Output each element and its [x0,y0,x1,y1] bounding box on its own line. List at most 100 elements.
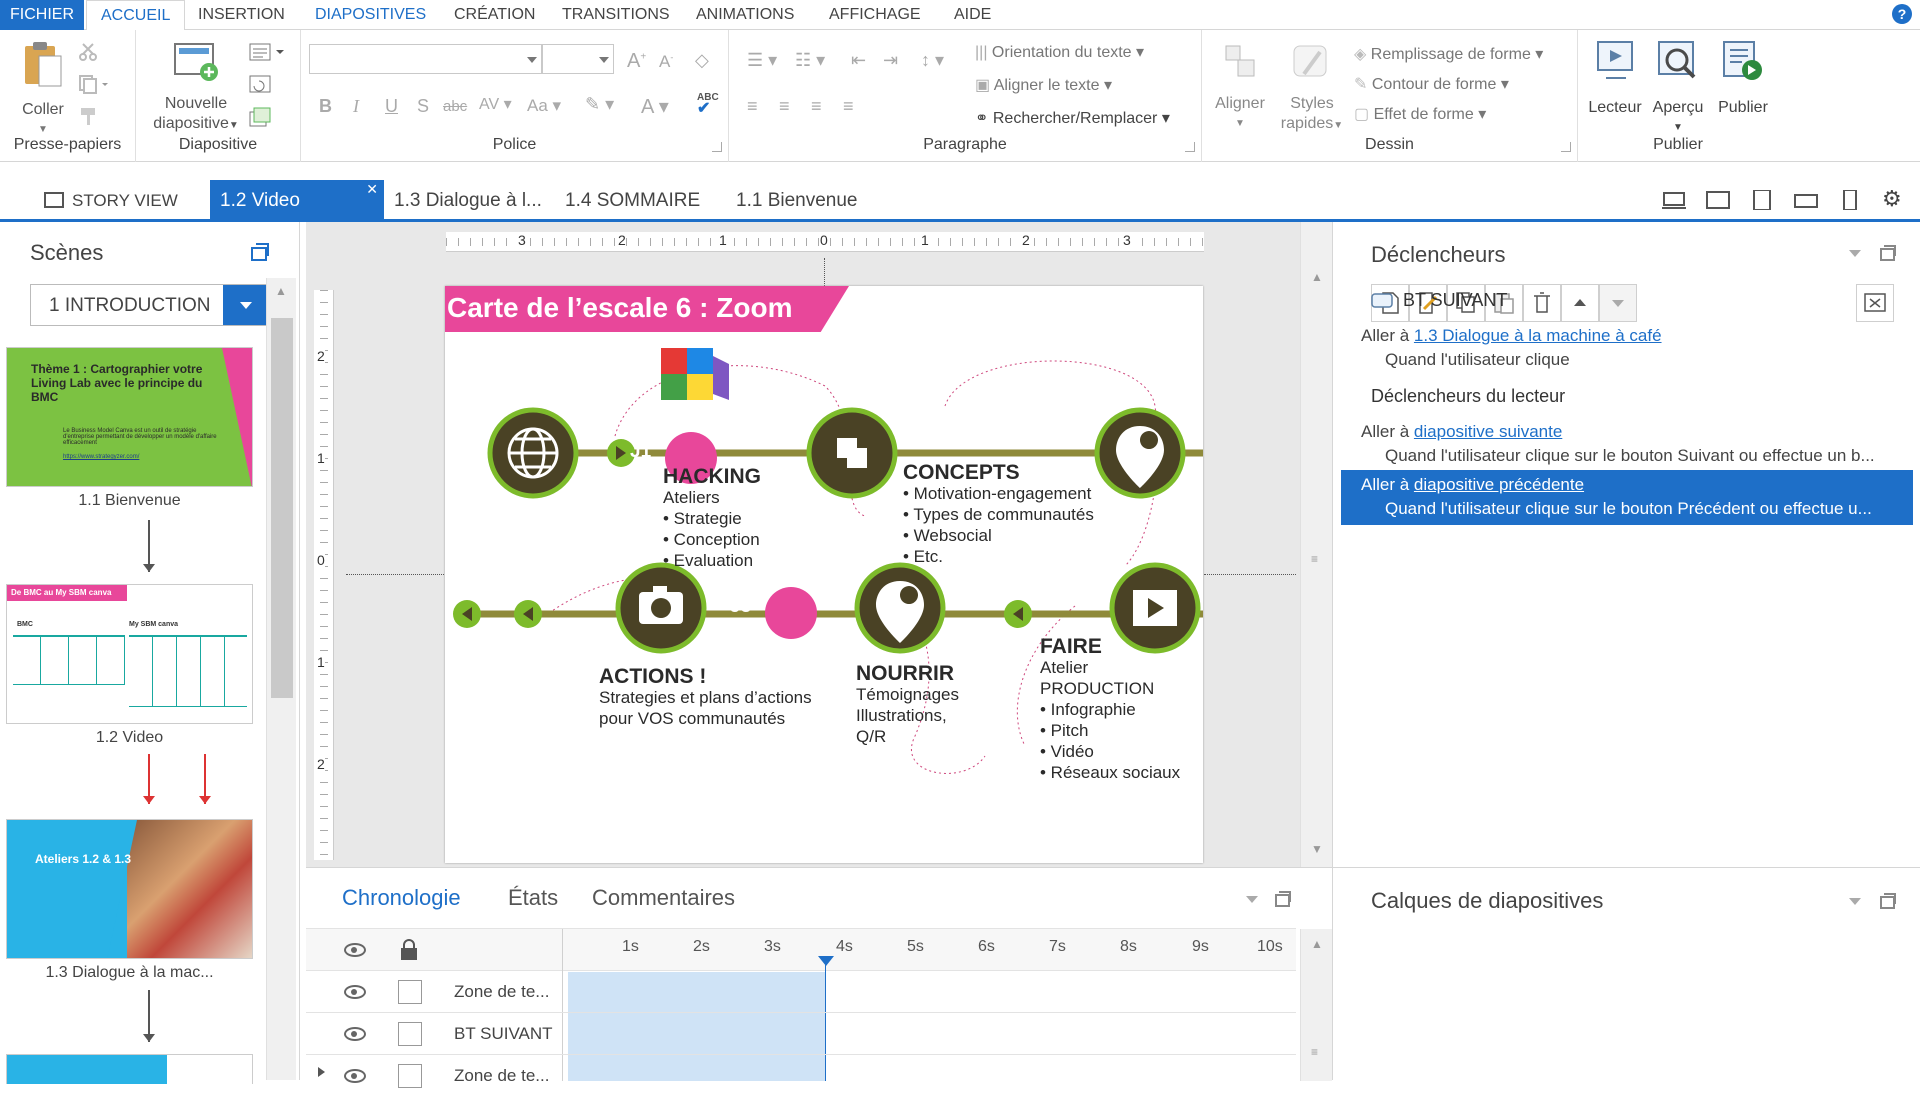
shape-effect-button[interactable]: ▢ Effet de forme ▾ [1354,104,1486,124]
preview-button[interactable]: Aperçu ▼ [1646,38,1710,138]
scroll-thumb[interactable] [271,318,293,698]
canvas-scrollbar[interactable]: ▲ ▼ ≡ [1300,222,1332,867]
cut-icon[interactable] [78,42,98,62]
bold-button[interactable]: B [319,96,332,117]
settings-gear-icon[interactable]: ⚙ [1882,186,1902,212]
clear-format-icon[interactable]: ◇ [695,50,709,71]
delete-trigger-icon[interactable] [1523,284,1561,322]
tab-timeline[interactable]: Chronologie [342,885,461,911]
scene-dropdown[interactable]: 1 INTRODUCTION [30,284,270,326]
tab-1-1-bienvenue[interactable]: 1.1 Bienvenue [726,180,868,219]
drawing-dialog-launcher[interactable] [1561,142,1571,152]
eye-icon[interactable] [344,1027,366,1041]
tablet-landscape-icon[interactable] [1706,190,1730,210]
tab-story-view[interactable]: STORY VIEW [34,180,188,219]
lock-checkbox[interactable] [398,980,422,1004]
lock-icon[interactable] [398,939,422,961]
menu-insertion[interactable]: INSERTION [184,0,299,30]
menu-affichage[interactable]: AFFICHAGE [815,0,935,30]
layout-icon[interactable] [248,42,284,62]
find-replace-button[interactable]: ⚭ Rechercher/Remplacer ▾ [975,108,1170,128]
timeline-row[interactable]: BT SUIVANT [306,1013,1296,1055]
shrink-font-icon[interactable]: A- [659,52,673,72]
justify-icon[interactable]: ≡ [843,96,854,117]
line-spacing-icon[interactable]: ↕ ▾ [921,50,944,71]
tab-1-3-dialogue[interactable]: 1.3 Dialogue à l... [384,180,552,219]
panel-float-icon[interactable] [1879,244,1897,262]
scroll-up-icon[interactable]: ▲ [1311,937,1323,951]
menu-animations[interactable]: ANIMATIONS [682,0,808,30]
move-down-icon[interactable] [1599,284,1637,322]
format-painter-icon[interactable] [78,106,98,126]
tab-comments[interactable]: Commentaires [592,885,735,911]
font-size-select[interactable] [542,44,614,74]
lock-checkbox[interactable] [398,1022,422,1046]
quick-styles-button[interactable]: Styles rapides▼ [1274,40,1350,136]
trigger-link-2[interactable]: diapositive suivante [1414,422,1562,441]
scroll-up-icon[interactable]: ▲ [275,284,287,298]
align-left-icon[interactable]: ≡ [747,96,758,117]
strikethrough-button[interactable]: abc [443,98,467,115]
increase-indent-icon[interactable]: ⇥ [883,50,898,71]
font-color-button[interactable]: A ▾ [641,94,669,119]
tab-1-2-video[interactable]: 1.2 Video ✕ [210,180,384,219]
menu-creation[interactable]: CRÉATION [440,0,549,30]
italic-button[interactable]: I [353,96,359,117]
layers-float-icon[interactable] [1879,892,1897,910]
help-icon[interactable]: ? [1892,4,1912,24]
align-button[interactable]: Aligner ▼ [1208,40,1272,134]
duplicate-slide-icon[interactable] [248,106,272,128]
timeline-collapse-icon[interactable] [1246,896,1258,909]
tablet-portrait-icon[interactable] [1750,190,1774,210]
move-up-icon[interactable] [1561,284,1599,322]
shape-fill-button[interactable]: ◈ Remplissage de forme ▾ [1354,44,1543,64]
trigger-link-1[interactable]: 1.3 Dialogue à la machine à café [1414,326,1662,345]
publish-button[interactable]: Publier [1710,38,1776,118]
shadow-button[interactable]: S [417,96,429,117]
close-tab-icon[interactable]: ✕ [366,168,378,210]
reset-slide-icon[interactable] [248,74,272,94]
dropdown-arrow-icon[interactable] [223,285,269,325]
font-dialog-launcher[interactable] [712,142,722,152]
eye-icon[interactable] [344,943,366,957]
bullets-icon[interactable]: ☰ ▾ [747,50,777,71]
expand-icon[interactable] [318,1067,330,1077]
menu-diapositives[interactable]: DIAPOSITIVES [301,0,440,30]
timeline-float-icon[interactable] [1274,890,1292,908]
scroll-down-icon[interactable]: ▼ [1311,842,1323,856]
spell-check-button[interactable]: ABC ✔ [697,92,719,117]
panel-collapse-icon[interactable] [1849,250,1861,263]
eye-icon[interactable] [344,1069,366,1083]
timeline-row[interactable]: Zone de te... [306,971,1296,1013]
paragraph-dialog-launcher[interactable] [1185,142,1195,152]
tab-states[interactable]: États [508,885,558,911]
paste-button[interactable]: Coller ▼ [8,40,78,140]
change-case-button[interactable]: Aa ▾ [527,96,561,116]
copy-icon[interactable] [78,74,108,94]
menu-accueil[interactable]: ACCUEIL [86,0,186,31]
lock-checkbox[interactable] [398,1064,422,1088]
text-direction-button[interactable]: ||| Orientation du texte ▾ [975,42,1144,62]
slide-content[interactable]: Carte de l’escale 6 : Zoom J1 J3 HACKING… [445,286,1203,863]
trigger-item-3-selected[interactable]: Aller à diapositive précédente Quand l'u… [1341,470,1913,525]
desktop-view-icon[interactable] [1662,190,1686,210]
decrease-indent-icon[interactable]: ⇤ [851,50,866,71]
timeline-scrollbar[interactable]: ▲ ≡ [1300,929,1332,1081]
variables-icon[interactable] [1856,284,1894,322]
align-text-button[interactable]: ▣ Aligner le texte ▾ [975,75,1112,95]
underline-button[interactable]: U [385,96,398,117]
slide-thumb-1-1[interactable]: Thème 1 : Cartographier votre Living Lab… [6,347,253,487]
numbering-icon[interactable]: ☷ ▾ [795,50,825,71]
menu-file[interactable]: FICHIER [0,0,84,30]
trigger-item-2[interactable]: Aller à diapositive suivante [1361,422,1562,442]
layers-collapse-icon[interactable] [1849,898,1861,911]
char-spacing-button[interactable]: AV ▾ [479,94,512,114]
slide-thumb-1-3[interactable]: Ateliers 1.2 & 1.3 [6,819,253,959]
shape-outline-button[interactable]: ✎ Contour de forme ▾ [1354,74,1509,94]
scroll-up-icon[interactable]: ▲ [1311,270,1323,284]
phone-landscape-icon[interactable] [1794,190,1818,210]
scroll-grip-icon[interactable]: ≡ [1311,1045,1318,1059]
align-right-icon[interactable]: ≡ [811,96,822,117]
phone-portrait-icon[interactable] [1838,190,1862,210]
trigger-link-3[interactable]: diapositive précédente [1414,475,1584,494]
